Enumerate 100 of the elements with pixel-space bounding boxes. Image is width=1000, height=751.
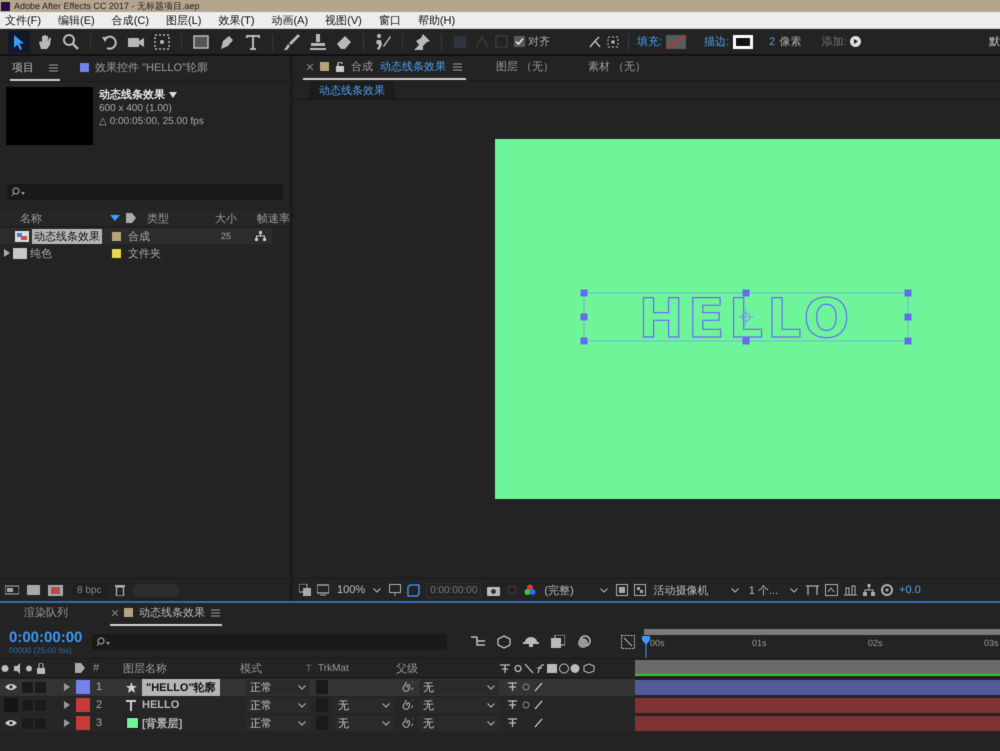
mode-dropdown[interactable]: 正常 <box>246 680 310 694</box>
flowchart-icon[interactable] <box>255 231 266 241</box>
composition-flowchart-icon[interactable] <box>471 635 486 647</box>
views-dropdown[interactable]: 1 个... <box>746 582 800 598</box>
exposure-value[interactable]: +0.0 <box>899 584 921 596</box>
column-header[interactable]: 帧速率 <box>257 210 290 226</box>
menu-item[interactable]: 图层(L) <box>166 12 202 28</box>
flowchart-icon[interactable] <box>863 584 876 596</box>
timeline-tab[interactable]: 动态线条效果 <box>110 605 222 626</box>
viewer-tab[interactable]: 合成 动态线条效果 <box>303 59 466 80</box>
switch-cell[interactable] <box>22 682 33 692</box>
composition-breadcrumb[interactable]: 动态线条效果 <box>309 82 395 98</box>
reset-exposure-icon[interactable] <box>825 584 838 596</box>
caret-icon[interactable] <box>169 92 177 98</box>
menu-item[interactable]: 视图(V) <box>325 12 362 28</box>
parent-dropdown[interactable]: 无 <box>419 716 499 730</box>
parent-pickwhip-icon[interactable] <box>402 718 413 728</box>
column-header[interactable]: 类型 <box>137 210 215 226</box>
menu-item[interactable]: 合成(C) <box>112 12 149 28</box>
layer-duration-bar[interactable] <box>635 680 1000 694</box>
color-depth-button[interactable]: 8 bpc <box>71 584 108 596</box>
column-header[interactable]: TrkMat <box>318 662 396 674</box>
expand-triangle-icon[interactable] <box>4 249 10 257</box>
menu-icon[interactable] <box>211 608 220 616</box>
column-header[interactable]: # <box>86 662 123 674</box>
label-tag-icon[interactable] <box>74 662 86 674</box>
close-icon[interactable] <box>112 610 118 616</box>
layer-search-field[interactable] <box>92 634 448 650</box>
new-composition-icon[interactable] <box>48 584 63 596</box>
parent-pickwhip-icon[interactable] <box>402 682 413 692</box>
time-ruler[interactable]: 00s 01s 02s 03s <box>644 626 1000 658</box>
shy-layers-icon[interactable] <box>523 635 540 647</box>
stroke-swatch-icon[interactable] <box>733 34 754 48</box>
timeline-icon[interactable] <box>844 584 858 596</box>
layer-name[interactable]: HELLO <box>142 699 180 711</box>
camera-snapshot-icon[interactable] <box>487 584 500 596</box>
fit-icon[interactable] <box>389 584 402 596</box>
search-field[interactable] <box>7 184 283 200</box>
snapshot-toggle-icon[interactable] <box>299 584 311 596</box>
close-icon[interactable] <box>307 64 313 70</box>
graph-editor-icon[interactable] <box>621 635 636 649</box>
project-item[interactable]: 动态线条效果 合成 25 <box>0 228 272 244</box>
label-swatch[interactable] <box>112 248 121 258</box>
frame-blending-icon[interactable] <box>551 635 566 648</box>
fill-swatch-icon[interactable] <box>666 34 686 48</box>
snap-bounds-icon[interactable] <box>606 34 620 48</box>
zoom-dropdown[interactable]: 100% <box>335 584 384 596</box>
timecode-field[interactable]: 0:00:00:00 <box>426 582 482 598</box>
track-matte-dropdown[interactable]: 无 <box>334 698 394 712</box>
interpret-footage-icon[interactable] <box>5 585 19 595</box>
draft-3d-icon[interactable] <box>497 635 512 649</box>
project-item[interactable]: 纯色 文件夹 <box>0 245 272 261</box>
track-matte-dropdown[interactable]: 无 <box>334 716 394 730</box>
panel-tab[interactable]: 效果控件 "HELLO"轮廓 <box>78 60 210 81</box>
layer-name[interactable]: "HELLO"轮廓 <box>142 678 220 696</box>
stroke-width-value[interactable]: 2 <box>769 36 776 48</box>
region-icon[interactable] <box>407 584 420 596</box>
parent-pickwhip-icon[interactable] <box>402 700 413 710</box>
switch-cell[interactable] <box>35 682 46 692</box>
column-header[interactable]: 父级 <box>396 660 500 676</box>
lock-icon[interactable] <box>336 62 344 72</box>
column-header[interactable]: 名称 <box>0 210 110 226</box>
tool-button[interactable] <box>8 30 30 52</box>
trash-icon[interactable] <box>115 584 126 596</box>
timeline-tab[interactable]: 渲染队列 <box>22 605 70 626</box>
menu-item[interactable]: 文件(F) <box>5 12 42 28</box>
parent-dropdown[interactable]: 无 <box>419 680 499 694</box>
menu-item[interactable]: 编辑(E) <box>58 12 95 28</box>
region-of-interest-icon[interactable] <box>616 584 628 596</box>
transparency-grid-icon[interactable] <box>634 584 646 596</box>
current-timecode[interactable]: 0:00:00:00 <box>9 629 82 646</box>
playhead-icon[interactable] <box>642 636 650 658</box>
label-swatch[interactable] <box>76 698 90 712</box>
viewer-tab[interactable]: 素材 （无） <box>584 59 650 80</box>
expand-triangle-icon[interactable] <box>64 701 70 709</box>
label-swatch[interactable] <box>76 716 90 730</box>
monitor-icon[interactable] <box>317 584 329 596</box>
menu-icon[interactable] <box>49 64 58 72</box>
menu-icon[interactable] <box>453 62 462 70</box>
play-circle-icon[interactable] <box>850 36 862 47</box>
column-header[interactable]: T <box>306 663 318 673</box>
toggle-pixel-icon[interactable] <box>806 584 820 596</box>
menu-item[interactable]: 动画(A) <box>272 12 308 28</box>
column-header[interactable]: 图层名称 <box>123 660 240 676</box>
parent-dropdown[interactable]: 无 <box>419 698 499 712</box>
expand-triangle-icon[interactable] <box>64 683 70 691</box>
snap-feature-icon[interactable] <box>588 34 602 48</box>
layer-name[interactable]: [背景层] <box>142 716 182 730</box>
mode-dropdown[interactable]: 正常 <box>246 716 310 730</box>
motion-blur-icon[interactable] <box>577 635 592 649</box>
label-swatch[interactable] <box>76 680 90 694</box>
resolution-dropdown[interactable]: (完整) <box>542 582 610 598</box>
workspace-label[interactable]: 默 <box>989 34 1000 49</box>
expand-triangle-icon[interactable] <box>64 719 70 727</box>
menu-item[interactable]: 帮助(H) <box>418 12 456 28</box>
column-header[interactable]: 大小 <box>215 210 257 226</box>
viewer-tab[interactable]: 图层 （无） <box>492 59 558 80</box>
color-channels-icon[interactable] <box>524 584 536 596</box>
mode-dropdown[interactable]: 正常 <box>246 698 310 712</box>
label-swatch[interactable] <box>112 232 121 240</box>
